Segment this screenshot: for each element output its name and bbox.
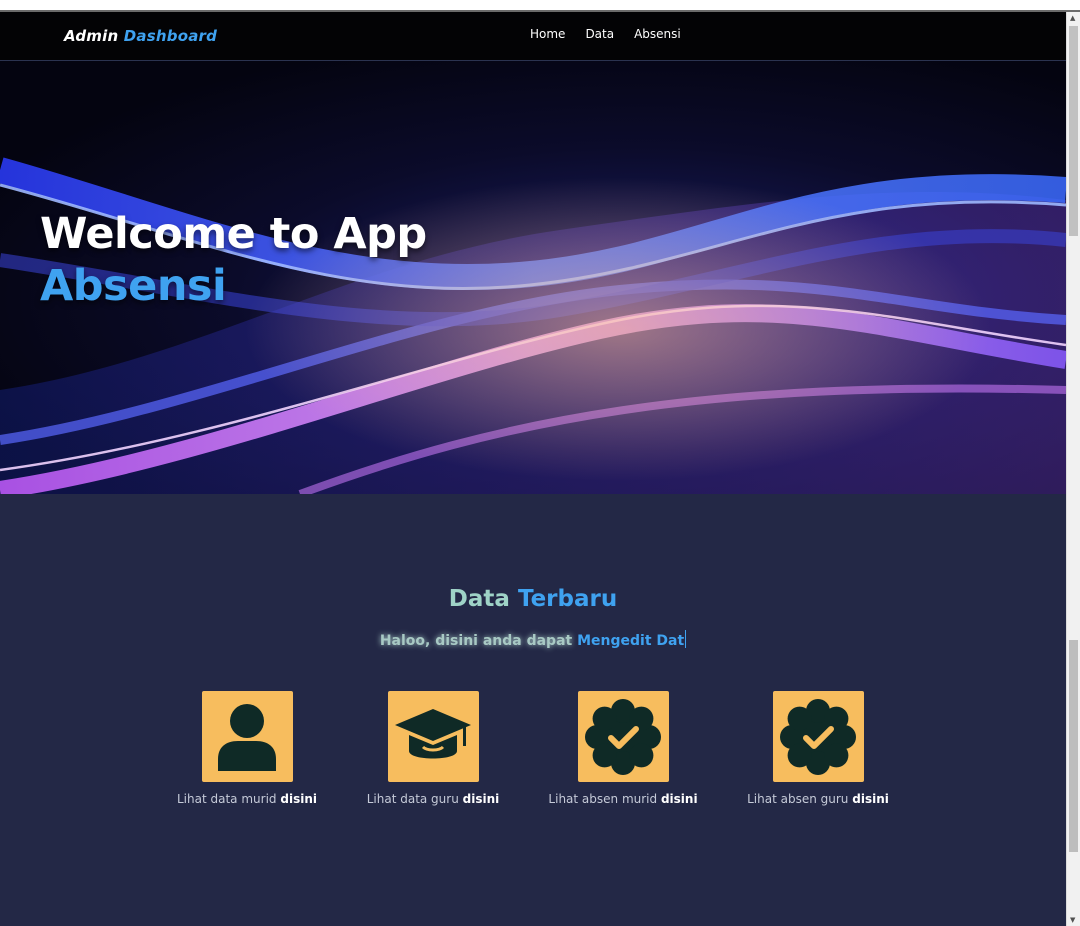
tile-data-guru[interactable] (387, 691, 479, 782)
card-absen-guru: Lihat absen guru disini (718, 691, 918, 806)
nav-link-absensi[interactable]: Absensi (634, 27, 681, 41)
tile-absen-murid[interactable] (577, 691, 669, 782)
user-icon (218, 703, 276, 771)
verified-badge-icon (780, 698, 856, 775)
section-title: Data Terbaru (0, 586, 1066, 612)
tile-absen-guru[interactable] (772, 691, 864, 782)
card-data-guru: Lihat data guru disini (333, 691, 533, 806)
graduation-cap-icon (395, 708, 471, 758)
hero-title-line2: Absensi (40, 261, 227, 311)
brand-accent: Dashboard (123, 27, 218, 45)
section-subtitle-main: Haloo, disini anda dapat (379, 633, 573, 649)
card-label-absen-guru: Lihat absen guru disini (747, 792, 889, 806)
vertical-scrollbar[interactable]: ▲ ▼ (1066, 12, 1080, 926)
scrollbar-thumb[interactable] (1069, 640, 1078, 852)
link-disini-absen-murid[interactable]: disini (661, 792, 698, 806)
nav-link-data[interactable]: Data (585, 27, 614, 41)
nav-link-home[interactable]: Home (530, 27, 565, 41)
card-absen-murid: Lihat absen murid disini (523, 691, 723, 806)
hero-title-line1: Welcome to App (40, 209, 427, 259)
section-title-main: Data (448, 586, 510, 612)
scroll-up-arrow-icon[interactable]: ▲ (1070, 14, 1075, 22)
link-disini-absen-guru[interactable]: disini (852, 792, 889, 806)
hero-banner: Welcome to App Absensi (0, 60, 1066, 494)
card-label-data-guru: Lihat data guru disini (366, 792, 500, 806)
section-subtitle: Haloo, disini anda dapat Mengedit Dat (0, 630, 1066, 649)
navbar: Admin Dashboard Home Data Absensi (0, 12, 1066, 61)
brand-main: Admin (64, 27, 119, 45)
window-top-border (0, 0, 1080, 12)
verified-badge-icon (585, 698, 661, 775)
link-disini-guru[interactable]: disini (463, 792, 500, 806)
section-subtitle-typing: Mengedit Dat (577, 633, 685, 649)
section-title-accent: Terbaru (517, 586, 618, 612)
hero-title: Welcome to App Absensi (40, 208, 427, 312)
nav-links: Home Data Absensi (530, 27, 681, 41)
card-label-absen-murid: Lihat absen murid disini (548, 792, 698, 806)
scroll-down-arrow-icon[interactable]: ▼ (1070, 916, 1075, 924)
card-label-data-murid: Lihat data murid disini (177, 792, 317, 806)
link-disini-murid[interactable]: disini (280, 792, 317, 806)
typing-caret (685, 630, 687, 648)
page-viewport: Admin Dashboard Home Data Absensi Welcom… (0, 12, 1066, 926)
tile-data-murid[interactable] (201, 691, 293, 782)
card-data-murid: Lihat data murid disini (147, 691, 347, 806)
scrollbar-track-highlight (1069, 26, 1078, 236)
brand-logo[interactable]: Admin Dashboard (64, 27, 217, 45)
